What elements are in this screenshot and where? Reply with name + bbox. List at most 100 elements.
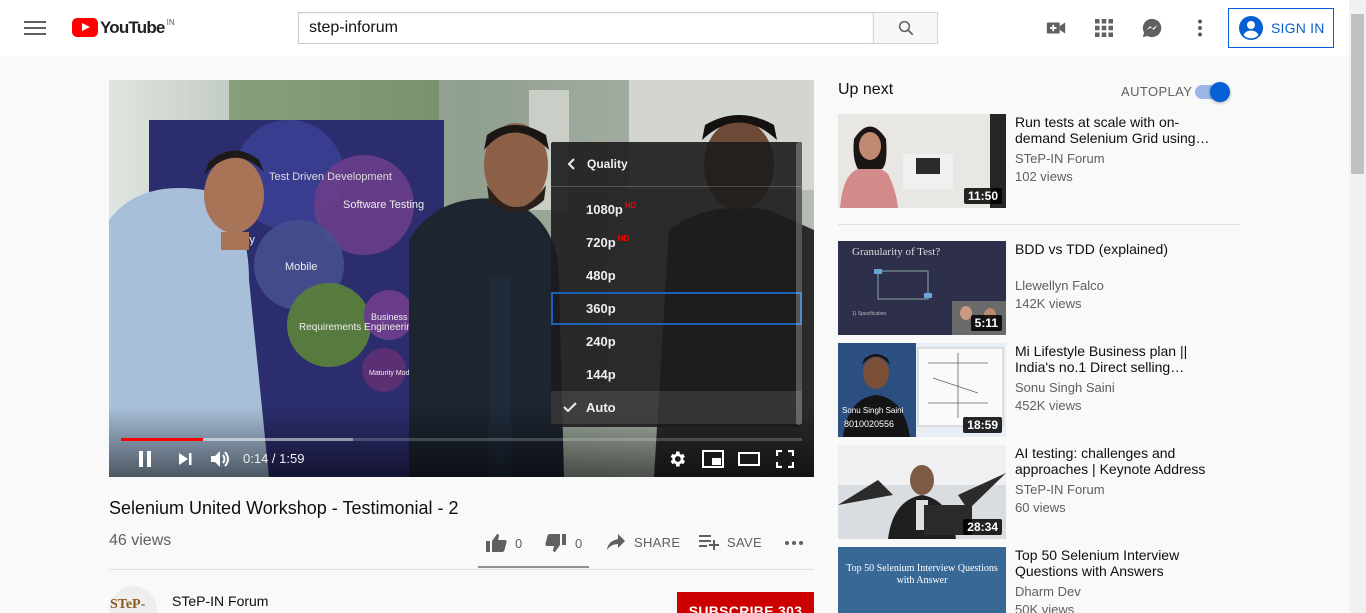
next-button[interactable] [175,448,195,470]
rec-thumbnail[interactable]: Top 50 Selenium Interview Questions with… [838,547,1006,613]
info-divider [109,569,814,570]
rec-title[interactable]: Top 50 Selenium Interview Questions with… [1015,547,1225,579]
quality-option-label: 720p [586,235,616,250]
settings-more-button[interactable] [1188,16,1212,40]
create-video-button[interactable] [1044,16,1068,40]
rec-thumbnail[interactable]: 11:50 [838,114,1006,208]
logo-region-code: IN [166,18,175,27]
quality-option-auto[interactable]: Auto [551,391,802,424]
autoplay-label: AUTOPLAY [1121,84,1193,99]
rec-channel: Dharm Dev [1015,584,1081,599]
rec-thumbnail[interactable]: Sonu Singh Saini 8010020556 18:59 [838,343,1006,437]
save-label: SAVE [727,534,762,550]
sign-in-button[interactable]: SIGN IN [1228,8,1334,48]
channel-name[interactable]: STeP-IN Forum [172,593,268,609]
subscribe-label: SUBSCRIBE [688,603,774,613]
quality-option-360p[interactable]: 360p [551,292,802,325]
sentiment-bar [478,566,589,568]
account-circle-icon [1239,16,1263,40]
quality-menu: Quality 1080p HD 720p HD 480p 360p 240p 14… [551,142,802,427]
quality-option-144p[interactable]: 144p [551,358,802,391]
quality-option-240p[interactable]: 240p [551,325,802,358]
theater-mode-button[interactable] [738,448,760,470]
banner-text-tdd: Test Driven Development [269,171,392,183]
theater-mode-icon [738,452,760,466]
video-player[interactable]: Test Driven Development Software Testing… [109,80,814,477]
chevron-left-icon [567,158,575,170]
more-actions-button[interactable] [784,540,804,546]
rec-duration: 28:34 [963,519,1002,535]
rec-channel: STeP-IN Forum [1015,482,1105,497]
recommendation-item[interactable]: Sonu Singh Saini 8010020556 18:59 Mi Lif… [838,343,1240,437]
apps-grid-icon [1095,19,1113,37]
settings-button[interactable] [666,448,688,470]
rec-views: 142K views [1015,296,1082,311]
share-button[interactable]: SHARE [606,533,680,551]
recommendation-item[interactable]: 28:34 AI testing: challenges and approac… [838,445,1240,539]
subscribe-button[interactable]: SUBSCRIBE 303 [677,592,814,613]
rec-thumbnail[interactable]: 28:34 [838,445,1006,539]
fullscreen-icon [776,450,794,468]
quality-menu-back[interactable]: Quality [551,142,802,187]
rec-views: 452K views [1015,398,1082,413]
quality-option-720p[interactable]: 720p HD [551,226,802,259]
rec-title[interactable]: Mi Lifestyle Business plan || India's no… [1015,343,1225,375]
autoplay-toggle[interactable] [1195,82,1231,102]
mute-button[interactable] [209,448,233,470]
banner-text-mobile: Mobile [285,261,317,273]
rec-title[interactable]: Run tests at scale with on-demand Seleni… [1015,114,1225,146]
pause-button[interactable] [135,448,155,470]
rec-title[interactable]: AI testing: challenges and approaches | … [1015,445,1225,477]
rec-thumb-caption: 1) Specification [852,311,886,317]
dislike-button[interactable]: 0 [545,533,583,553]
dislike-count: 0 [575,535,583,551]
pause-icon [139,451,151,467]
quality-option-label: 480p [586,268,616,283]
recommendation-item[interactable]: 11:50 Run tests at scale with on-demand … [838,114,1240,208]
banner-text-software-testing: Software Testing [343,199,424,211]
search-button[interactable] [873,12,938,44]
volume-icon [211,451,229,467]
thumbs-down-icon [545,534,566,552]
more-vert-icon [1198,19,1202,37]
messages-button[interactable] [1140,16,1164,40]
quality-option-1080p[interactable]: 1080p HD [551,193,802,226]
channel-avatar[interactable]: STeP-IN [109,586,157,613]
rec-views: 50K views [1015,602,1075,613]
rec-thumbnail-image: Top 50 Selenium Interview Questions with… [838,547,1006,613]
apps-button[interactable] [1092,16,1116,40]
video-camera-add-icon [1046,22,1066,34]
youtube-logo[interactable]: YouTube IN [72,18,175,37]
view-count: 46 views [109,532,172,549]
recommendation-item[interactable]: Granularity of Test? 1) Specification 5:… [838,241,1240,335]
banner-text-requirements: Requirements Engineering [299,322,417,333]
miniplayer-button[interactable] [702,448,724,470]
quality-menu-scrollbar[interactable] [796,142,802,425]
quality-option-480p[interactable]: 480p [551,259,802,292]
search-input[interactable] [298,12,873,44]
rec-duration: 18:59 [963,417,1002,433]
search-icon [898,20,913,36]
guide-menu-icon[interactable] [24,18,46,38]
rec-thumbnail[interactable]: Granularity of Test? 1) Specification 5:… [838,241,1006,335]
hd-badge: HD [617,234,630,243]
rec-title[interactable]: BDD vs TDD (explained) [1015,241,1225,257]
like-button[interactable]: 0 [485,533,523,553]
subscriber-count: 303 [778,603,803,613]
miniplayer-icon [702,450,724,468]
rec-duration: 11:50 [963,188,1002,204]
rec-thumb-title: Top 50 Selenium Interview Questions with… [846,563,998,586]
scrollbar-thumb[interactable] [1351,14,1364,174]
rec-thumb-name: Sonu Singh Saini [842,406,904,415]
video-title: Selenium United Workshop - Testimonial -… [109,498,459,518]
gear-icon [670,451,685,467]
page-scrollbar[interactable] [1349,0,1366,613]
rec-views: 102 views [1015,169,1073,184]
fullscreen-button[interactable] [774,448,796,470]
rec-views: 60 views [1015,500,1066,515]
save-button[interactable]: SAVE [699,533,762,551]
progress-bar[interactable] [121,438,802,441]
quality-option-label: 1080p [586,202,623,217]
recommendation-item[interactable]: Top 50 Selenium Interview Questions with… [838,547,1240,613]
rec-thumb-title: Granularity of Test? [852,246,940,258]
